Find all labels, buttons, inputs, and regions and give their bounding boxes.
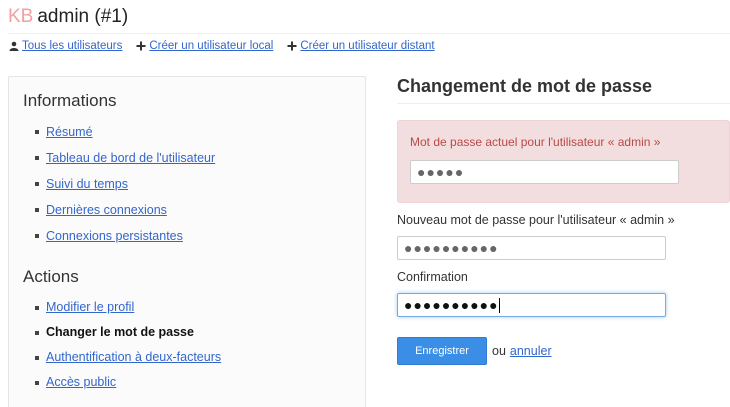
all-users-link[interactable]: Tous les utilisateurs bbox=[22, 40, 122, 52]
confirm-password-mask: ●●●●●●●●●● bbox=[404, 297, 499, 313]
create-remote-user-link[interactable]: Créer un utilisateur distant bbox=[300, 40, 434, 52]
sidebar-item-edit-profile[interactable]: Modifier le profil bbox=[23, 295, 351, 320]
new-password-field[interactable]: ●●●●●●●●●● bbox=[397, 236, 666, 260]
sidebar-item-two-factor[interactable]: Authentification à deux-facteurs bbox=[23, 345, 351, 370]
page-header: KB admin (#1) bbox=[8, 6, 730, 34]
password-form: Changement de mot de passe Mot de passe … bbox=[397, 76, 730, 365]
or-text: ou bbox=[492, 344, 506, 358]
sidebar-item-persistent-connections[interactable]: Connexions persistantes bbox=[23, 223, 351, 249]
confirm-password-label: Confirmation bbox=[397, 270, 468, 284]
persistent-connections-link[interactable]: Connexions persistantes bbox=[46, 229, 183, 243]
dashboard-link[interactable]: Tableau de bord de l'utilisateur bbox=[46, 151, 215, 165]
save-button[interactable]: Enregistrer bbox=[397, 337, 487, 365]
two-factor-link[interactable]: Authentification à deux-facteurs bbox=[46, 350, 221, 364]
sidebar-item-public-access[interactable]: Accès public bbox=[23, 370, 351, 395]
current-password-alert: Mot de passe actuel pour l'utilisateur «… bbox=[397, 120, 730, 203]
edit-profile-link[interactable]: Modifier le profil bbox=[46, 300, 134, 314]
cancel-link[interactable]: annuler bbox=[510, 344, 552, 358]
sidebar-item-time-tracking[interactable]: Suivi du temps bbox=[23, 171, 351, 197]
user-icon bbox=[9, 41, 19, 51]
sidebar-actions-list: Modifier le profil Changer le mot de pas… bbox=[23, 295, 351, 395]
user-title: admin (#1) bbox=[37, 6, 129, 27]
create-local-user-link[interactable]: Créer un utilisateur local bbox=[149, 40, 273, 52]
current-password-mask: ●●●●● bbox=[417, 164, 465, 180]
text-cursor bbox=[498, 298, 500, 314]
new-password-label: Nouveau mot de passe pour l'utilisateur … bbox=[397, 213, 675, 227]
logo[interactable]: KB bbox=[8, 6, 33, 27]
last-logins-link[interactable]: Dernières connexions bbox=[46, 203, 167, 217]
sidebar-item-dashboard[interactable]: Tableau de bord de l'utilisateur bbox=[23, 145, 351, 171]
user-menu: Tous les utilisateurs Créer un utilisate… bbox=[9, 40, 449, 52]
form-actions: Enregistrer ou annuler bbox=[397, 337, 730, 365]
summary-link[interactable]: Résumé bbox=[46, 125, 93, 139]
page-title: KB admin (#1) bbox=[8, 6, 730, 28]
menu-all-users[interactable]: Tous les utilisateurs bbox=[9, 40, 122, 52]
current-password-label: Mot de passe actuel pour l'utilisateur «… bbox=[410, 135, 661, 149]
plus-icon bbox=[136, 41, 146, 51]
sidebar: Informations Résumé Tableau de bord de l… bbox=[8, 76, 366, 407]
form-title: Changement de mot de passe bbox=[397, 76, 730, 104]
sidebar-item-change-password: Changer le mot de passe bbox=[23, 320, 351, 345]
sidebar-item-last-logins[interactable]: Dernières connexions bbox=[23, 197, 351, 223]
current-password-field[interactable]: ●●●●● bbox=[410, 160, 679, 184]
menu-create-remote[interactable]: Créer un utilisateur distant bbox=[287, 40, 435, 52]
sidebar-info-heading: Informations bbox=[23, 91, 117, 110]
sidebar-item-summary[interactable]: Résumé bbox=[23, 119, 351, 145]
time-tracking-link[interactable]: Suivi du temps bbox=[46, 177, 128, 191]
public-access-link[interactable]: Accès public bbox=[46, 375, 116, 389]
sidebar-info-list: Résumé Tableau de bord de l'utilisateur … bbox=[23, 119, 351, 249]
plus-icon bbox=[287, 41, 297, 51]
new-password-mask: ●●●●●●●●●● bbox=[404, 240, 499, 256]
menu-create-local[interactable]: Créer un utilisateur local bbox=[136, 40, 273, 52]
confirm-password-field[interactable]: ●●●●●●●●●● bbox=[397, 293, 666, 317]
sidebar-actions-heading: Actions bbox=[23, 267, 79, 286]
